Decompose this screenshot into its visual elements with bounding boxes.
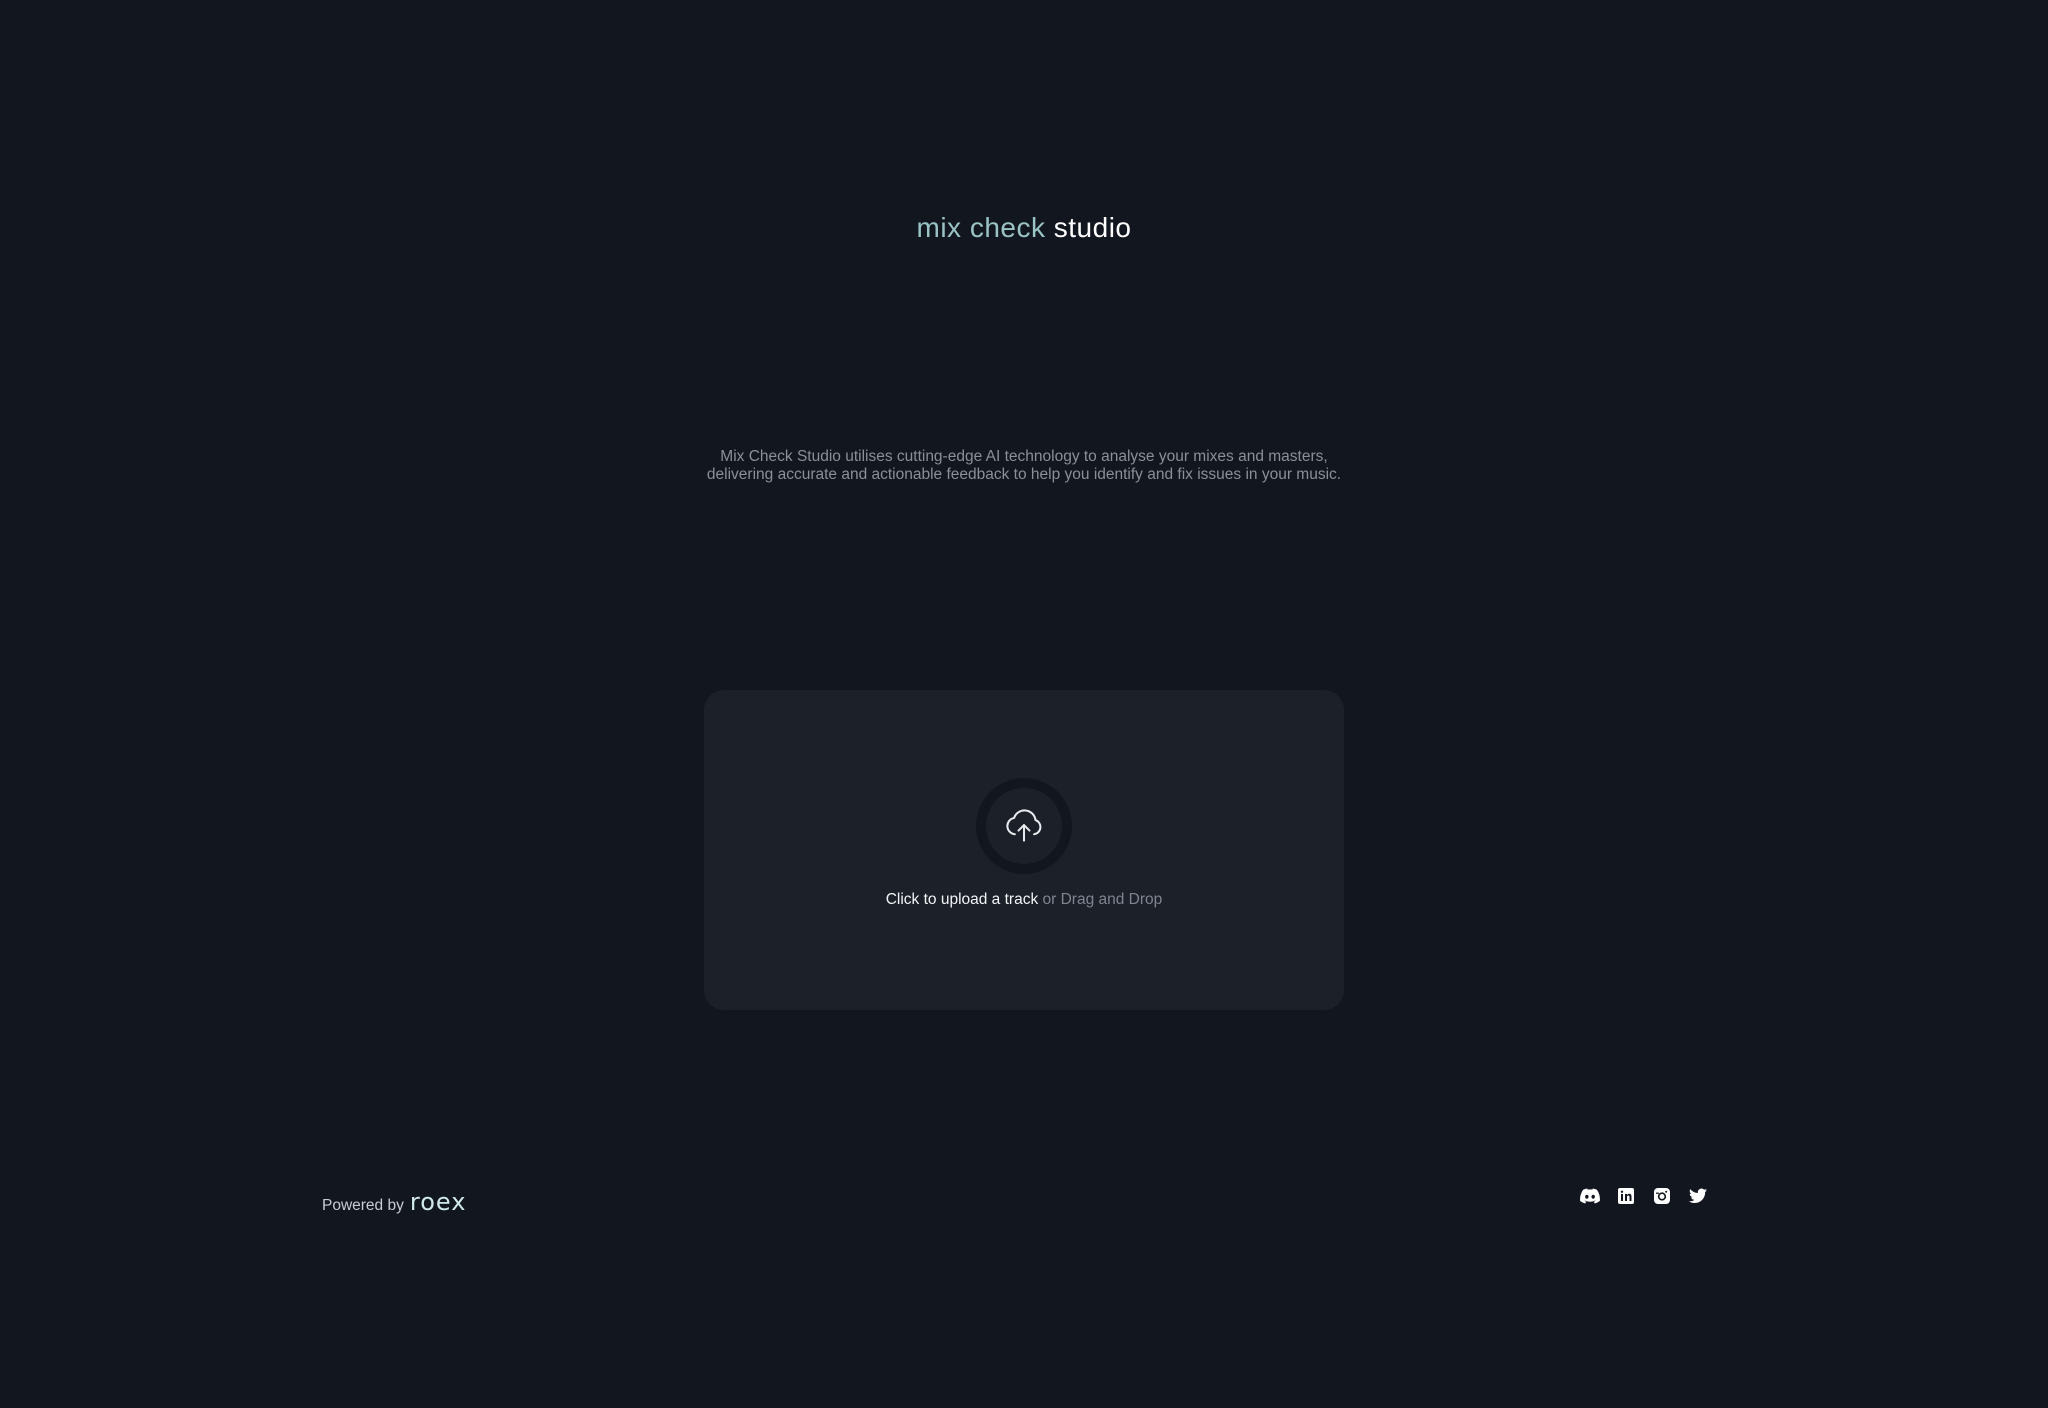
social-links xyxy=(1580,1186,1708,1206)
app-logo[interactable]: mix check studio xyxy=(0,208,2048,248)
upload-prompt: Click to upload a track or Drag and Drop xyxy=(704,890,1344,910)
linkedin-link[interactable] xyxy=(1616,1186,1636,1206)
intro-description: Mix Check Studio utilises cutting-edge A… xyxy=(706,448,1342,483)
roex-logo[interactable]: roex xyxy=(410,1188,467,1216)
twitter-link[interactable] xyxy=(1688,1186,1708,1206)
powered-by-label: Powered by xyxy=(322,1197,404,1214)
discord-link[interactable] xyxy=(1580,1186,1600,1206)
page: mix check studio Mix Check Studio utilis… xyxy=(0,0,2048,1408)
upload-dropzone[interactable]: Click to upload a track or Drag and Drop xyxy=(704,690,1344,1010)
linkedin-icon xyxy=(1618,1188,1634,1204)
twitter-icon xyxy=(1689,1188,1707,1203)
powered-by: Powered by roex xyxy=(322,1188,466,1216)
upload-icon-circle xyxy=(976,778,1072,874)
instagram-icon xyxy=(1654,1188,1670,1204)
logo-studio: studio xyxy=(1053,212,1132,243)
cloud-upload-icon xyxy=(1006,809,1042,842)
instagram-link[interactable] xyxy=(1652,1186,1672,1206)
discord-icon xyxy=(1580,1188,1600,1204)
upload-drag-label: or Drag and Drop xyxy=(1042,891,1163,908)
logo-mix-check: mix check xyxy=(916,212,1046,243)
upload-click-label[interactable]: Click to upload a track xyxy=(886,891,1039,908)
